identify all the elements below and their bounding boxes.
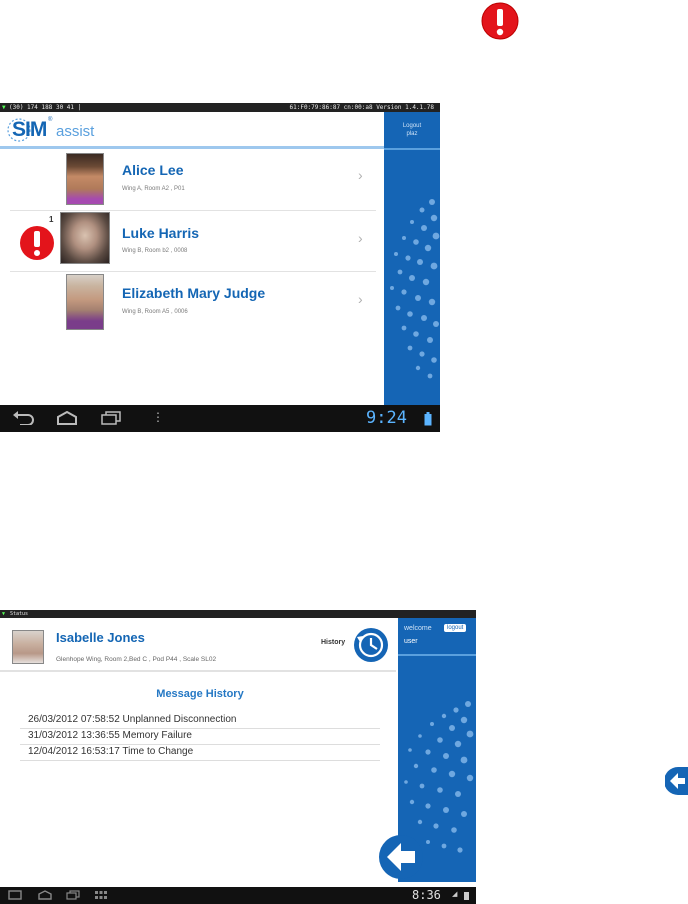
back-arrow-icon[interactable] bbox=[379, 835, 423, 879]
patient-row[interactable]: 1 Luke Harris Wing B, Room b2 , 0008 › bbox=[0, 210, 384, 270]
alert-icon bbox=[20, 226, 54, 260]
header-divider bbox=[0, 670, 396, 672]
message-item: 26/03/2012 07:58:52 Unplanned Disconnect… bbox=[28, 714, 237, 725]
message-divider bbox=[20, 744, 380, 745]
signal-icon: ▼ bbox=[2, 104, 6, 111]
alert-icon bbox=[481, 2, 519, 40]
nav-back-icon[interactable] bbox=[8, 890, 22, 900]
panel-divider bbox=[398, 654, 476, 656]
message-history-screen: ▼ Status Isabelle Jones Glenhope Wing, R… bbox=[0, 610, 476, 904]
system-nav-bar: ⋮ 9:24 bbox=[0, 405, 440, 432]
patient-name: Elizabeth Mary Judge bbox=[122, 285, 266, 301]
back-arrow-icon[interactable] bbox=[665, 767, 688, 795]
message-item: 12/04/2012 16:53:17 Time to Change bbox=[28, 746, 194, 757]
system-clock: 9:24 bbox=[366, 408, 407, 428]
logout-button[interactable]: logout bbox=[444, 624, 467, 632]
message-item: 31/03/2012 13:36:55 Memory Failure bbox=[28, 730, 192, 741]
nav-back-icon[interactable] bbox=[12, 411, 36, 425]
patient-photo bbox=[12, 630, 44, 664]
status-bar: ▼ Status bbox=[0, 610, 476, 618]
alert-count-badge: 1 bbox=[49, 215, 54, 224]
user-label: user bbox=[404, 638, 418, 645]
battery-icon bbox=[464, 892, 469, 900]
signal-icon: ▼ bbox=[2, 611, 6, 617]
status-left-text: (30) 174 188 30 41 | bbox=[9, 104, 82, 111]
patient-row[interactable]: Elizabeth Mary Judge Wing B, Room A5 , 0… bbox=[0, 271, 384, 333]
system-clock: 8:36 bbox=[412, 888, 441, 902]
patient-location: Wing A, Room A2 , P01 bbox=[122, 186, 185, 192]
status-right-text: 61:F0:79:86:87 cn:00:a8 Version 1.4.1.78 bbox=[289, 104, 435, 111]
logout-link[interactable]: Logout plaz bbox=[384, 122, 440, 138]
chevron-right-icon: › bbox=[358, 230, 363, 246]
chevron-right-icon: › bbox=[358, 167, 363, 183]
nav-home-icon[interactable] bbox=[38, 890, 52, 900]
battery-icon bbox=[424, 412, 432, 426]
logo-registered-mark: ® bbox=[48, 117, 53, 123]
logo-sim-text: SIM bbox=[12, 118, 47, 141]
menu-dots-icon[interactable]: ⋮ bbox=[152, 410, 164, 424]
message-divider bbox=[20, 728, 380, 729]
patient-photo bbox=[66, 274, 104, 330]
signal-strength-icon: ◢ bbox=[452, 891, 458, 898]
patient-row[interactable]: Alice Lee Wing A, Room A2 , P01 › bbox=[0, 149, 384, 209]
side-panel: Logout plaz bbox=[384, 112, 440, 405]
panel-divider bbox=[384, 148, 440, 150]
dot-pattern-decoration bbox=[390, 199, 440, 379]
patient-location: Glenhope Wing, Room 2,Bed C , Pod P44 , … bbox=[56, 656, 217, 663]
patient-location: Wing B, Room b2 , 0008 bbox=[122, 248, 188, 254]
patient-photo bbox=[60, 212, 110, 264]
chevron-right-icon: › bbox=[358, 291, 363, 307]
nav-recent-icon[interactable] bbox=[100, 411, 122, 425]
welcome-label: welcome bbox=[404, 625, 432, 632]
history-clock-icon[interactable] bbox=[353, 627, 389, 663]
logout-label-line2: plaz bbox=[406, 131, 418, 137]
status-bar: ▼ (30) 174 188 30 41 | 61:F0:79:86:87 cn… bbox=[0, 103, 440, 112]
patient-name: Luke Harris bbox=[122, 225, 200, 241]
status-left-text: Status bbox=[10, 611, 29, 617]
system-nav-bar: 8:36 ◢ bbox=[0, 887, 476, 904]
patient-list-screen: ▼ (30) 174 188 30 41 | 61:F0:79:86:87 cn… bbox=[0, 103, 440, 432]
app-header: SIM ® assist bbox=[0, 112, 384, 146]
nav-home-icon[interactable] bbox=[56, 411, 78, 425]
logout-label-line1: Logout bbox=[402, 123, 422, 129]
patient-name: Isabelle Jones bbox=[56, 630, 145, 645]
patient-location: Wing B, Room A5 , 0006 bbox=[122, 309, 188, 315]
history-label: History bbox=[321, 639, 346, 646]
logo-assist-text: assist bbox=[56, 123, 95, 140]
patient-name: Alice Lee bbox=[122, 162, 184, 178]
apps-grid-icon[interactable] bbox=[94, 890, 108, 900]
nav-recent-icon[interactable] bbox=[66, 890, 80, 900]
message-divider bbox=[20, 760, 380, 761]
patient-photo bbox=[66, 153, 104, 205]
section-title: Message History bbox=[156, 688, 244, 700]
